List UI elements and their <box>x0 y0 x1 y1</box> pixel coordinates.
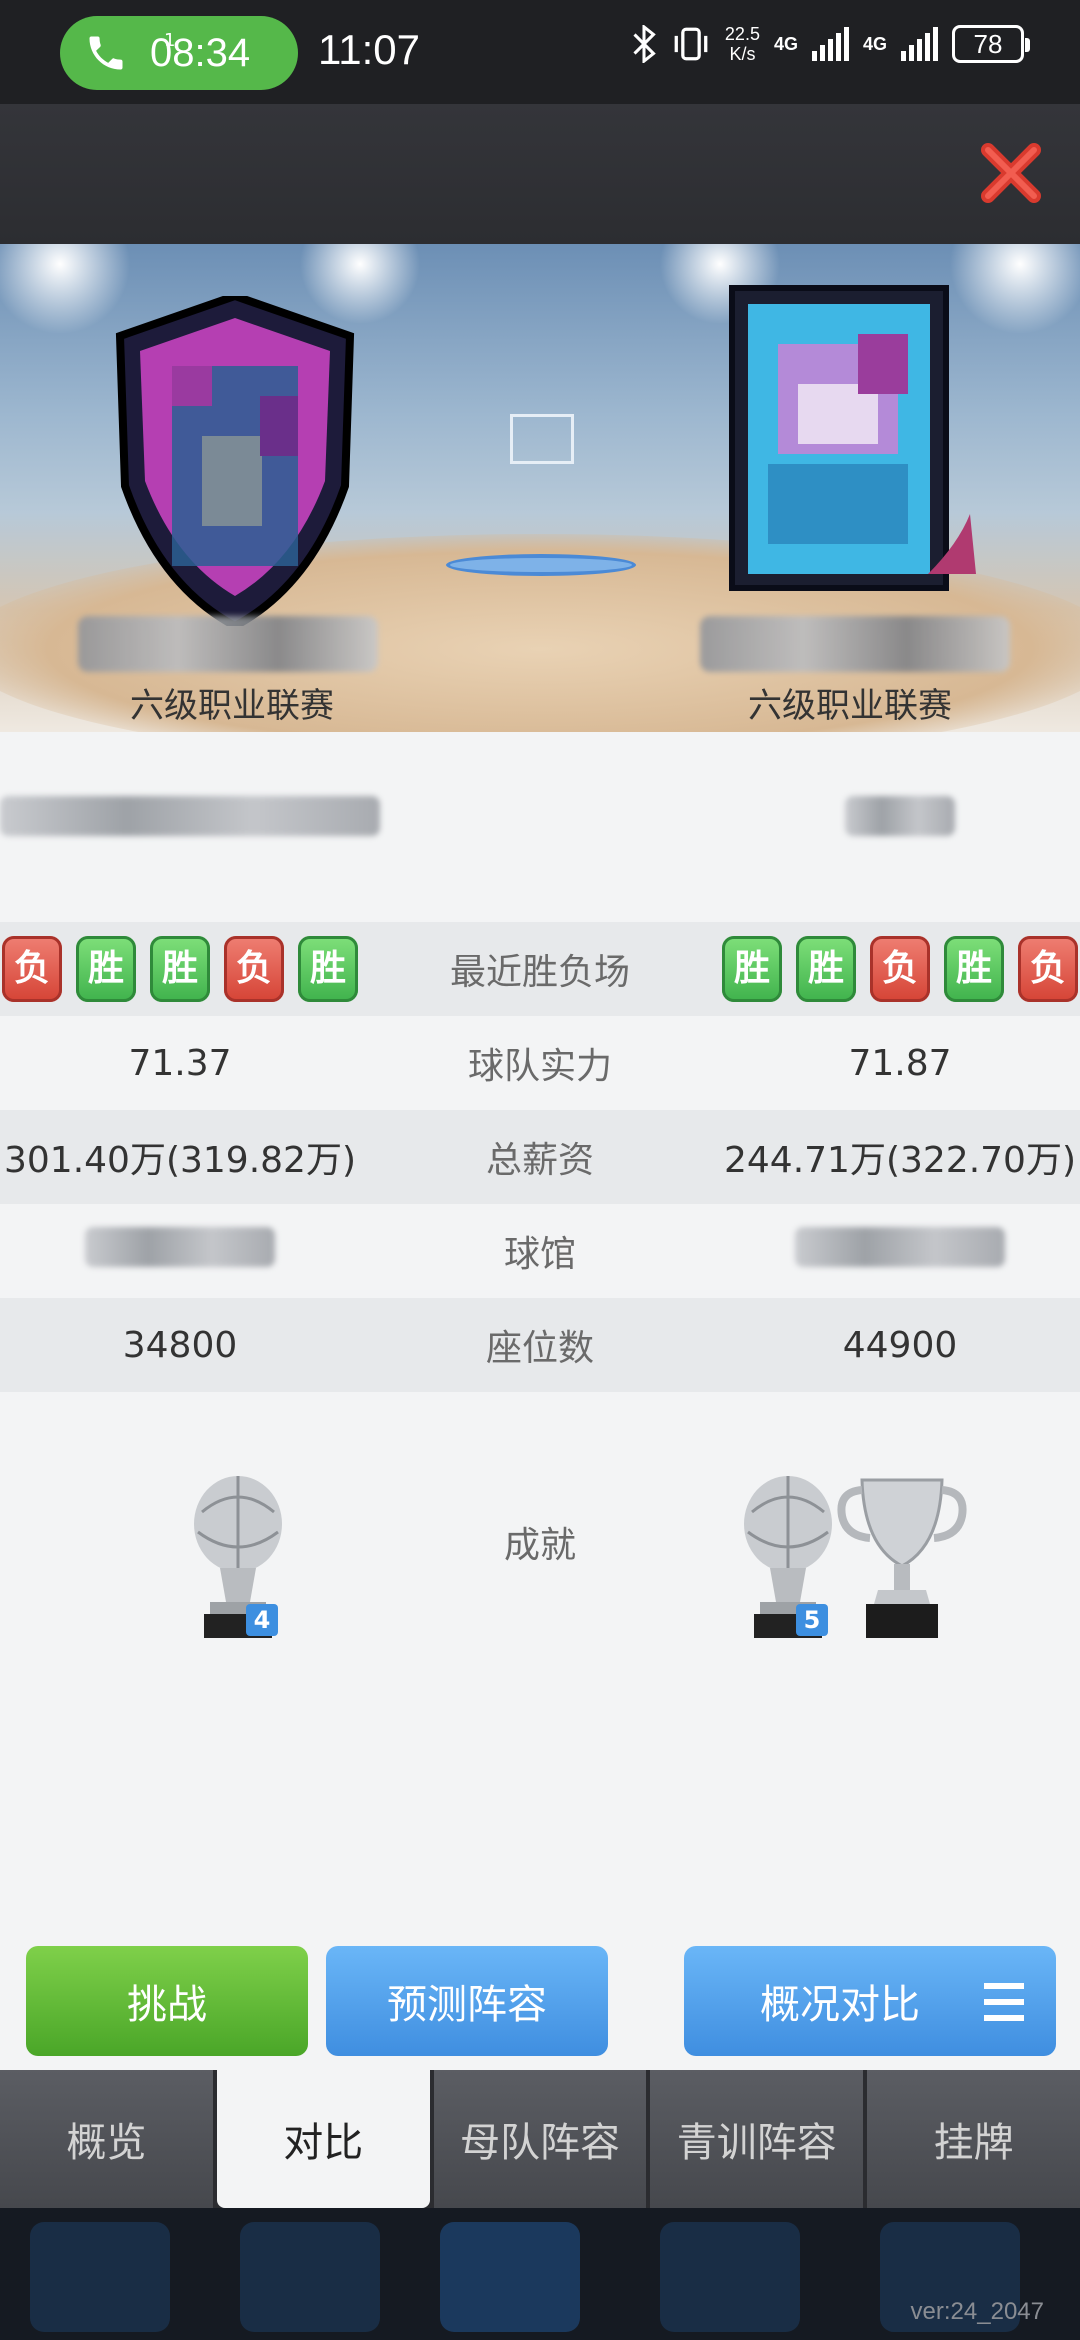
result-badge: 负 <box>2 936 62 1002</box>
seats-label: 座位数 <box>485 1328 594 1369</box>
bottom-nav: ver:24_2047 <box>0 2208 1080 2340</box>
nav-item[interactable] <box>240 2222 380 2332</box>
left-total-salary: 301.40万(319.82万) <box>3 1140 357 1181</box>
nav-item[interactable] <box>660 2222 800 2332</box>
team-strength-row: 71.37 球队实力 71.87 <box>0 1016 1080 1110</box>
right-team-name <box>700 616 1010 672</box>
left-team-logo[interactable] <box>110 296 360 626</box>
clock: 11:07 <box>318 26 420 73</box>
salary-row: 301.40万(319.82万) 总薪资 244.71万(322.70万) <box>0 1110 1080 1204</box>
tab-main-roster[interactable]: 母队阵容 <box>433 2070 647 2208</box>
right-team-strength: 71.87 <box>848 1042 952 1084</box>
center-circle <box>446 554 636 576</box>
phone-icon: 1 <box>76 23 175 83</box>
match-banner: 六级职业联赛 六级职业联赛 <box>0 244 1080 732</box>
system-icons: 22.5 K/s 4G 4G 78 <box>631 24 1030 64</box>
tab-youth-roster[interactable]: 青训阵容 <box>650 2070 864 2208</box>
right-total-salary: 244.71万(322.70万) <box>723 1140 1077 1181</box>
tab-compare[interactable]: 对比 <box>216 2070 430 2208</box>
bluetooth-icon <box>633 25 656 63</box>
left-recent-results: 负 胜 胜 负 胜 <box>2 936 358 1002</box>
tab-overview[interactable]: 概览 <box>0 2070 213 2208</box>
left-team-strength: 71.37 <box>128 1042 232 1084</box>
net-speed: 22.5 K/s <box>724 24 760 64</box>
network-type-2: 4G <box>862 33 887 54</box>
predict-lineup-button[interactable]: 预测阵容 <box>326 1946 608 2056</box>
challenge-button[interactable]: 挑战 <box>26 1946 308 2056</box>
result-badge: 负 <box>1018 936 1078 1002</box>
recent-results-row: 负 胜 胜 负 胜 最近胜负场 胜 胜 负 胜 负 <box>0 922 1080 1016</box>
right-team-logo[interactable] <box>718 274 986 624</box>
close-icon <box>981 143 1041 203</box>
close-button[interactable] <box>976 138 1046 208</box>
arena-row: 球馆 <box>0 1204 1080 1298</box>
overview-compare-button[interactable]: 概况对比 <box>684 1946 1056 2056</box>
left-seat-count: 34800 <box>122 1324 238 1366</box>
menu-icon[interactable] <box>982 1982 1026 2022</box>
version-label: ver:24_2047 <box>910 2298 1044 2325</box>
signal-icon-1 <box>811 27 849 61</box>
tab-bar: 概览 对比 母队阵容 青训阵容 挂牌 <box>0 2070 1080 2208</box>
achievements-label: 成就 <box>503 1525 576 1566</box>
nav-item[interactable] <box>30 2222 170 2332</box>
seats-row: 34800 座位数 44900 <box>0 1298 1080 1392</box>
result-badge: 负 <box>224 936 284 1002</box>
call-badge: 1 <box>164 30 176 51</box>
basketball-hoop-icon <box>510 414 574 464</box>
right-arena-name <box>795 1226 1005 1267</box>
salary-label: 总薪资 <box>485 1140 594 1181</box>
battery-icon: 78 <box>952 25 1030 63</box>
result-badge: 胜 <box>796 936 856 1002</box>
status-bar: 1 08:34 11:07 22.5 K/s 4G 4G 78 <box>0 0 1080 104</box>
result-badge: 胜 <box>76 936 136 1002</box>
manager-row <box>0 780 1080 860</box>
signal-icon-2 <box>901 27 938 61</box>
left-arena-name <box>85 1226 275 1267</box>
network-type-1: 4G <box>773 33 798 54</box>
tab-listing[interactable]: 挂牌 <box>867 2070 1080 2208</box>
comparison-panel: 负 胜 胜 负 胜 最近胜负场 胜 胜 负 胜 负 71.37 球队实力 71.… <box>0 732 1080 2072</box>
right-seat-count: 44900 <box>842 1324 958 1366</box>
left-team-name <box>78 616 378 672</box>
right-manager-name <box>845 795 955 836</box>
right-recent-results: 胜 胜 负 胜 负 <box>722 936 1078 1002</box>
left-team-league: 六级职业联赛 <box>130 686 334 726</box>
top-bar <box>0 104 1080 244</box>
result-badge: 胜 <box>298 936 358 1002</box>
left-trophy-count: 4 <box>246 1604 278 1636</box>
result-badge: 负 <box>870 936 930 1002</box>
right-team-league: 六级职业联赛 <box>748 686 952 726</box>
result-badge: 胜 <box>722 936 782 1002</box>
vibrate-icon <box>674 27 708 61</box>
recent-results-label: 最近胜负场 <box>449 952 630 993</box>
right-trophy-count: 5 <box>796 1604 828 1636</box>
result-badge: 胜 <box>150 936 210 1002</box>
result-badge: 胜 <box>944 936 1004 1002</box>
nav-item[interactable] <box>440 2222 580 2332</box>
right-cup-trophy-icon[interactable] <box>834 1476 970 1642</box>
overview-compare-label: 概况对比 <box>760 1982 920 2028</box>
left-manager-name <box>0 795 380 836</box>
ongoing-call-pill[interactable]: 1 08:34 <box>60 16 298 90</box>
arena-label: 球馆 <box>503 1234 576 1275</box>
team-strength-label: 球队实力 <box>467 1046 612 1087</box>
